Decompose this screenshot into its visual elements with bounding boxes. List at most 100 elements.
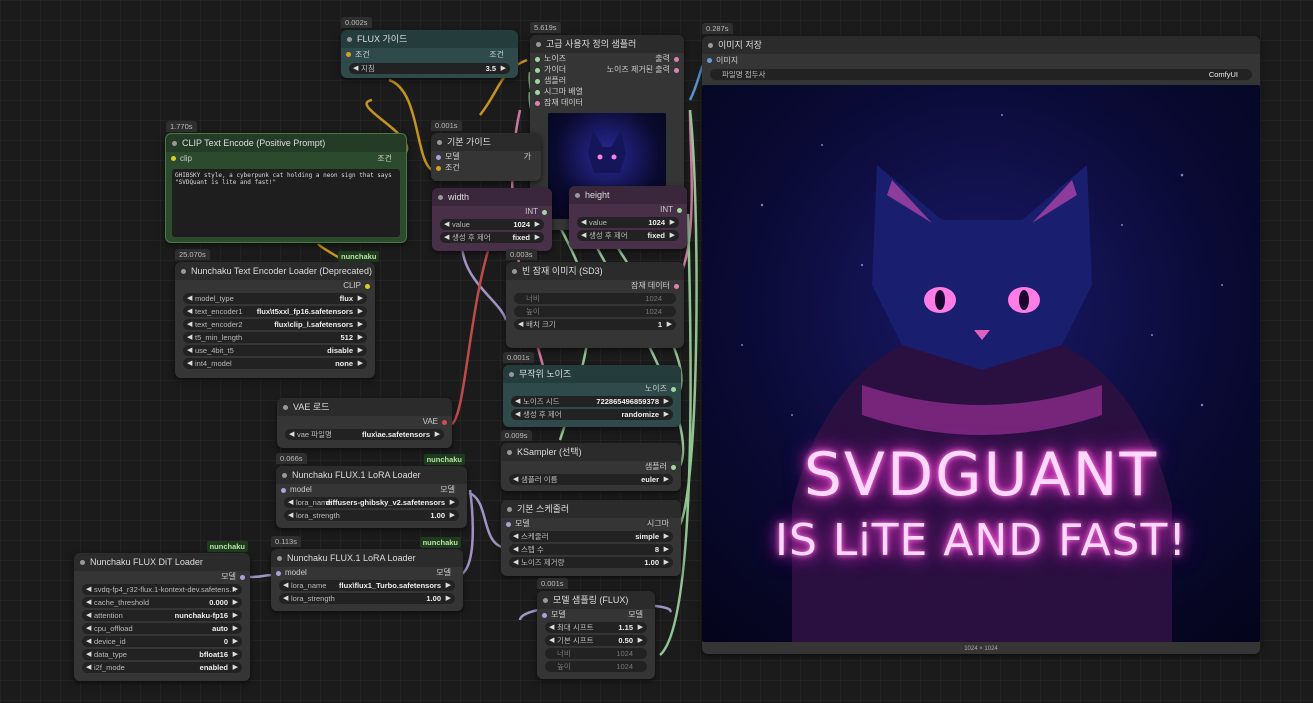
increment-arrow-icon[interactable]: ▶ [358, 293, 363, 304]
sigmas-output[interactable]: 시그마 [647, 518, 669, 529]
clip-input[interactable]: clip 조건 [166, 152, 406, 165]
increment-arrow-icon[interactable]: ▶ [233, 649, 238, 660]
filename-prefix-widget[interactable]: 파일명 접두사 ComfyUI [710, 69, 1252, 80]
model-output[interactable]: 모델 [74, 571, 250, 582]
lora-strength-widget[interactable]: ◀ lora_strength 1.00 ▶ [279, 593, 455, 604]
decrement-arrow-icon[interactable]: ◀ [86, 584, 91, 595]
save-image-node[interactable]: 0.287s 이미지 저장 이미지 파일명 접두사 ComfyUI SVDGUA… [702, 23, 1260, 654]
decrement-arrow-icon[interactable]: ◀ [515, 396, 520, 407]
model-input[interactable]: 모델 가 [431, 151, 541, 162]
node-title[interactable]: 기본 가이드 [431, 133, 541, 151]
height-converted-widget[interactable]: 높이 1024 [514, 306, 676, 317]
combo-widget[interactable]: ◀ t5_min_length 512 ▶ [183, 332, 367, 343]
conditioning-input[interactable]: 조건 조건 [341, 48, 518, 61]
decrement-arrow-icon[interactable]: ◀ [187, 332, 192, 343]
node-title[interactable]: CLIP Text Encode (Positive Prompt) [166, 134, 406, 152]
vae-loader-node[interactable]: VAE 로드 VAE ◀ vae 파일명 flux\ae.safetensors… [277, 398, 452, 448]
combo-widget[interactable]: ◀ cpu_offload auto ▶ [82, 623, 242, 634]
node-title[interactable]: 기본 스케줄러 [501, 500, 681, 518]
int-output[interactable]: INT [569, 204, 687, 215]
batch-size-widget[interactable]: ◀ 배치 크기 1 ▶ [514, 319, 676, 330]
decrement-arrow-icon[interactable]: ◀ [187, 358, 192, 369]
node-title[interactable]: Nunchaku FLUX DiT Loader [74, 553, 250, 571]
increment-arrow-icon[interactable]: ▶ [358, 345, 363, 356]
increment-arrow-icon[interactable]: ▶ [450, 510, 455, 521]
decrement-arrow-icon[interactable]: ◀ [86, 623, 91, 634]
model-input[interactable]: model 모델 [276, 484, 467, 495]
combo-widget[interactable]: ◀ text_encoder1 flux\t5xxl_fp16.safetensor… [183, 306, 367, 317]
decrement-arrow-icon[interactable]: ◀ [581, 217, 586, 228]
increment-arrow-icon[interactable]: ▶ [233, 584, 238, 595]
decrement-arrow-icon[interactable]: ◀ [549, 622, 554, 633]
basic-guider-node[interactable]: 0.001s 기본 가이드 모델 가 조건 [431, 120, 541, 181]
denoise-widget[interactable]: ◀ 노이즈 제거량 1.00 ▶ [509, 557, 673, 568]
decrement-arrow-icon[interactable]: ◀ [187, 293, 192, 304]
sampler-name-widget[interactable]: ◀ 샘플러 이름 euler ▶ [509, 474, 673, 485]
lora-loader-node-2[interactable]: 0.113s nunchaku Nunchaku FLUX.1 LoRA Loa… [271, 536, 463, 611]
output-slot[interactable]: 출력 [594, 53, 684, 64]
lora-name-widget[interactable]: ◀ lora_name diffusers-ghibsky_v2.safeten… [284, 497, 459, 508]
decrement-arrow-icon[interactable]: ◀ [283, 593, 288, 604]
decrement-arrow-icon[interactable]: ◀ [86, 597, 91, 608]
model-input[interactable]: model 모델 [271, 567, 463, 578]
increment-arrow-icon[interactable]: ▶ [233, 636, 238, 647]
vae-name-widget[interactable]: ◀ vae 파일명 flux\ae.safetensors ▶ [285, 429, 444, 440]
increment-arrow-icon[interactable]: ▶ [450, 497, 455, 508]
node-title[interactable]: height [569, 186, 687, 204]
lora-strength-widget[interactable]: ◀ lora_strength 1.00 ▶ [284, 510, 459, 521]
lora-name-widget[interactable]: ◀ lora_name flux\flux1_Turbo.safetensors… [279, 580, 455, 591]
noise-seed-widget[interactable]: ◀ 노이즈 시드 722865496859378 ▶ [511, 396, 673, 407]
increment-arrow-icon[interactable]: ▶ [233, 610, 238, 621]
flux-guidance-node[interactable]: 0.002s FLUX 가이드 조건 조건 ◀ 지침 3.5 ▶ [341, 17, 518, 78]
decrement-arrow-icon[interactable]: ◀ [187, 306, 192, 317]
decrement-arrow-icon[interactable]: ◀ [513, 474, 518, 485]
combo-widget[interactable]: ◀ text_encoder2 flux\clip_l.safetensors ▶ [183, 319, 367, 330]
sampler-output[interactable]: 샘플러 [501, 461, 681, 472]
increment-arrow-icon[interactable]: ▶ [358, 306, 363, 317]
width-converted-widget[interactable]: 너비 1024 [514, 293, 676, 304]
node-title[interactable]: VAE 로드 [277, 398, 452, 416]
height-converted-widget[interactable]: 높이 1024 [545, 661, 647, 672]
increment-arrow-icon[interactable]: ▶ [233, 662, 238, 673]
height-node[interactable]: height INT ◀ value 1024 ▶ ◀ 생성 후 제어 fixe… [569, 186, 687, 249]
max-shift-widget[interactable]: ◀ 최대 시프트 1.15 ▶ [545, 622, 647, 633]
increment-arrow-icon[interactable]: ▶ [664, 531, 669, 542]
decrement-arrow-icon[interactable]: ◀ [513, 531, 518, 542]
combo-widget[interactable]: ◀ model_type flux ▶ [183, 293, 367, 304]
node-title[interactable]: 모델 샘플링 (FLUX) [537, 591, 655, 609]
increment-arrow-icon[interactable]: ▶ [446, 580, 451, 591]
control-after-generate-widget[interactable]: ◀ 생성 후 제어 fixed ▶ [577, 230, 679, 241]
increment-arrow-icon[interactable]: ▶ [535, 232, 540, 243]
increment-arrow-icon[interactable]: ▶ [233, 597, 238, 608]
combo-widget[interactable]: ◀ svdq-fp4_r32-flux.1-kontext-dev.safeten… [82, 584, 242, 595]
value-widget[interactable]: ◀ value 1024 ▶ [440, 219, 544, 230]
conditioning-input[interactable]: 조건 [431, 162, 541, 173]
combo-widget[interactable]: ◀ device_id 0 ▶ [82, 636, 242, 647]
increment-arrow-icon[interactable]: ▶ [638, 622, 643, 633]
increment-arrow-icon[interactable]: ▶ [664, 544, 669, 555]
increment-arrow-icon[interactable]: ▶ [358, 332, 363, 343]
output-label[interactable]: 조건 [489, 48, 504, 61]
random-noise-node[interactable]: 0.001s 무작위 노이즈 노이즈 ◀ 노이즈 시드 722865496859… [503, 352, 681, 427]
increment-arrow-icon[interactable]: ▶ [670, 230, 675, 241]
scheduler-widget[interactable]: ◀ 스케줄러 simple ▶ [509, 531, 673, 542]
guidance-widget[interactable]: ◀ 지침 3.5 ▶ [349, 63, 510, 74]
sigmas-input[interactable]: 시그마 배열 [530, 86, 605, 97]
prompt-textarea[interactable]: GHIBSKY style, a cyberpunk cat holding a… [172, 169, 400, 237]
node-title[interactable]: width [432, 188, 552, 206]
clip-output[interactable]: CLIP [175, 280, 375, 291]
node-title[interactable]: Nunchaku FLUX.1 LoRA Loader [271, 549, 463, 567]
model-output[interactable]: 모델 [436, 567, 451, 578]
decrement-arrow-icon[interactable]: ◀ [581, 230, 586, 241]
decrement-arrow-icon[interactable]: ◀ [86, 610, 91, 621]
node-title[interactable]: 이미지 저장 [702, 36, 1260, 54]
guider-output[interactable]: 가 [524, 151, 531, 162]
decrement-arrow-icon[interactable]: ◀ [444, 219, 449, 230]
increment-arrow-icon[interactable]: ▶ [664, 409, 669, 420]
int-output[interactable]: INT [432, 206, 552, 217]
control-after-generate-widget[interactable]: ◀ 생성 후 제어 randomize ▶ [511, 409, 673, 420]
node-title[interactable]: 고급 사용자 정의 샘플러 [530, 35, 684, 53]
increment-arrow-icon[interactable]: ▶ [233, 623, 238, 634]
increment-arrow-icon[interactable]: ▶ [664, 474, 669, 485]
decrement-arrow-icon[interactable]: ◀ [283, 580, 288, 591]
